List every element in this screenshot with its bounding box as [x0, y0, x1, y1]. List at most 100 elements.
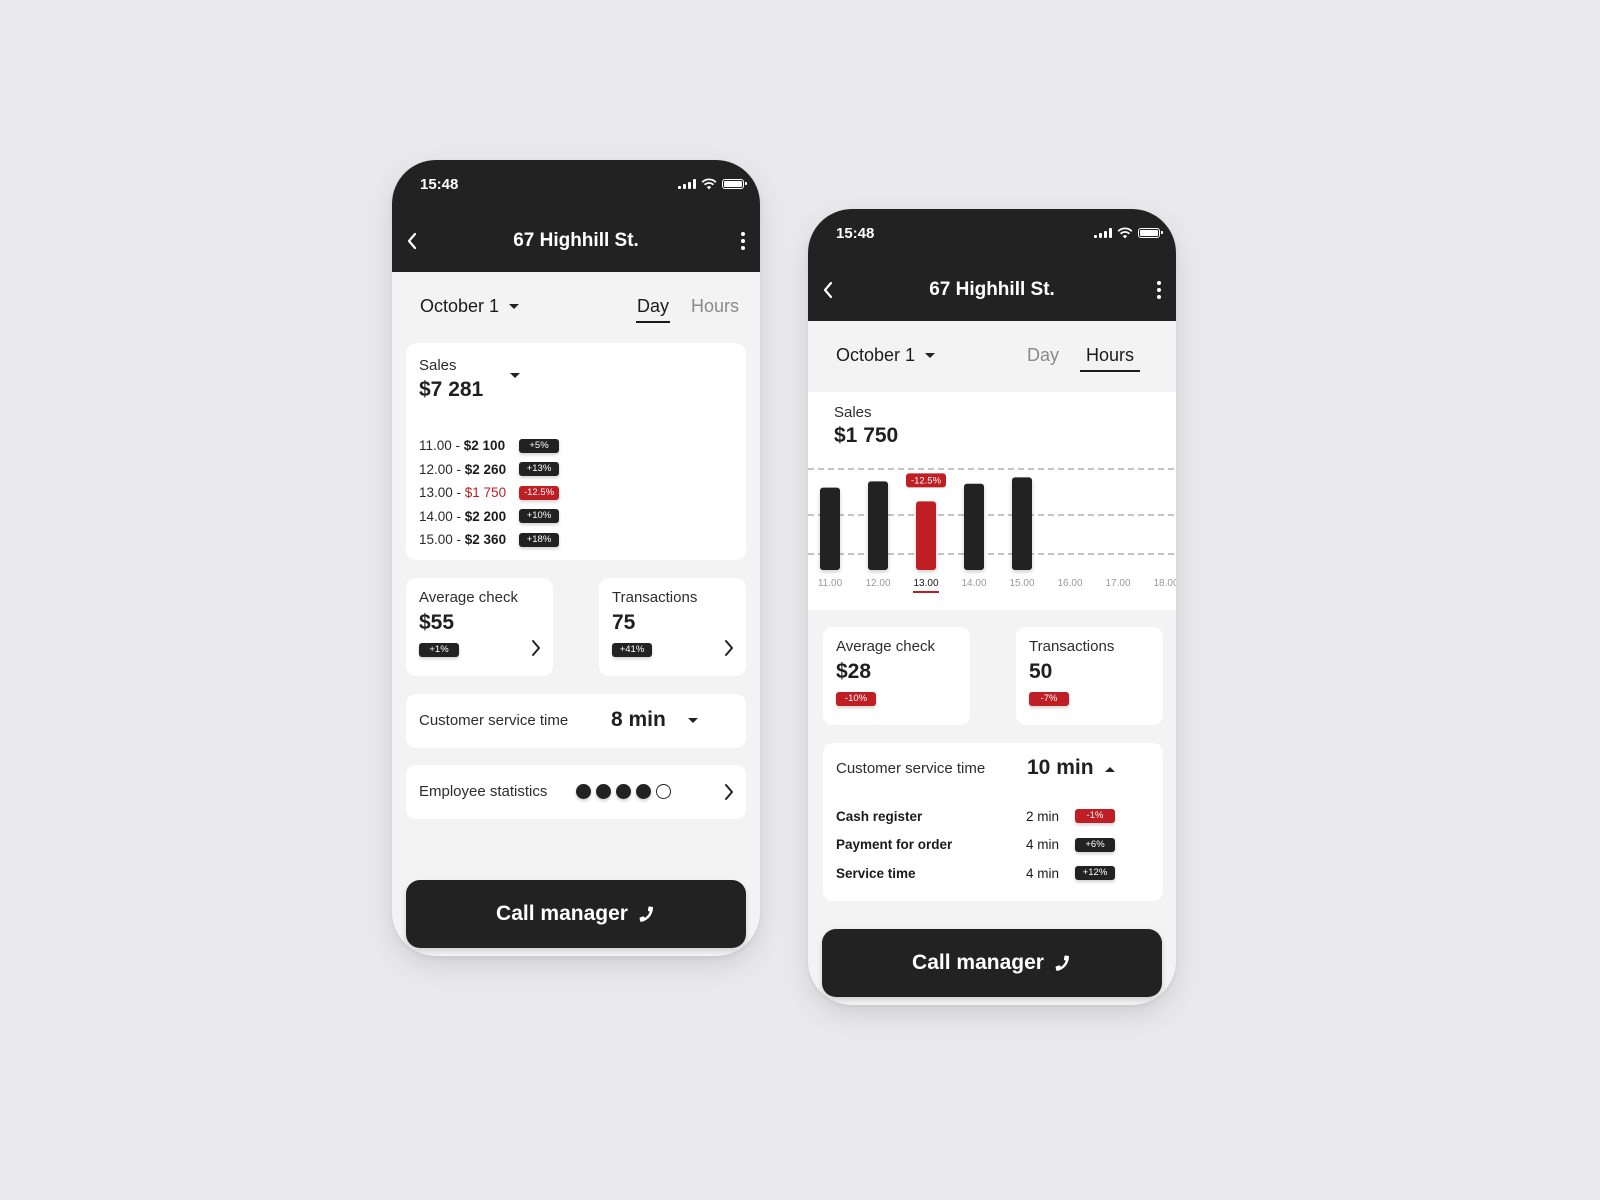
- hour-amount: $2 260: [464, 461, 507, 477]
- date-label: October 1: [836, 345, 916, 365]
- change-badge: -12.5%: [519, 485, 559, 500]
- app-header: 15:48 67 Highhill St.: [392, 160, 760, 272]
- sales-chart-card: Sales $1 750 11.00 12.00 -12.5% 13.00 14.00 1…: [808, 392, 1176, 610]
- more-vertical-icon[interactable]: [1156, 281, 1162, 299]
- employee-statistics-card[interactable]: Employee statistics: [406, 765, 746, 819]
- transactions-label: Transactions: [612, 589, 698, 606]
- collapse-caret-up-icon[interactable]: [1105, 767, 1115, 772]
- list-item: 14.00 - $2 200 +10%: [419, 505, 559, 529]
- breakdown-value: 2 min: [1026, 808, 1060, 824]
- hour-amount: $2 200: [464, 508, 507, 524]
- breakdown-label: Service time: [836, 865, 916, 881]
- expand-caret-down-icon[interactable]: [688, 718, 698, 723]
- x-tick-label: 17.00: [1105, 578, 1130, 589]
- transactions-badge: -7%: [1029, 692, 1069, 706]
- average-check-value: $55: [419, 611, 455, 634]
- sales-card: Sales $7 281 11.00 - $2 100 +5% 12.00 - …: [406, 343, 746, 560]
- breakdown-label: Payment for order: [836, 837, 953, 853]
- list-item: 11.00 - $2 100 +5%: [419, 434, 559, 458]
- x-tick-label: 15.00: [1009, 578, 1034, 589]
- phone-icon: [639, 906, 653, 922]
- service-time-value: 10 min: [1027, 756, 1094, 779]
- customer-service-time-card[interactable]: Customer service time 10 min Cash regist…: [823, 743, 1163, 901]
- change-badge: +10%: [519, 509, 559, 524]
- page-title: 67 Highhill St.: [513, 230, 639, 251]
- service-time-label: Customer service time: [836, 760, 986, 777]
- selected-tick-underline: [913, 591, 939, 593]
- change-badge: +5%: [519, 438, 559, 453]
- sales-value: $1 750: [834, 424, 899, 447]
- change-badge: +18%: [519, 532, 559, 547]
- average-check-card[interactable]: Average check $55 +1%: [406, 578, 553, 676]
- customer-service-time-card[interactable]: Customer service time 8 min: [406, 694, 746, 748]
- rating-dot-filled: [616, 784, 631, 799]
- average-check-badge: +1%: [419, 643, 459, 657]
- transactions-value: 50: [1029, 660, 1053, 683]
- hour-label: 13.00 -: [419, 485, 465, 501]
- call-manager-label: Call manager: [912, 951, 1044, 974]
- status-icons: [1094, 227, 1163, 239]
- wifi-icon: [701, 178, 717, 190]
- x-tick-label: 13.00: [913, 578, 938, 589]
- chevron-right-icon[interactable]: [531, 639, 541, 657]
- service-time-breakdown: Cash register 2 min -1% Payment for orde…: [836, 802, 1156, 888]
- service-time-value: 8 min: [611, 708, 666, 731]
- change-badge: -1%: [1075, 809, 1115, 824]
- transactions-badge: +41%: [612, 643, 652, 657]
- chevron-right-icon[interactable]: [724, 783, 734, 801]
- page-title: 67 Highhill St.: [929, 279, 1055, 300]
- tab-hours[interactable]: Hours: [690, 296, 740, 323]
- period-tabs: Day Hours: [635, 296, 740, 323]
- status-icons: [678, 178, 747, 190]
- status-time: 15:48: [420, 176, 459, 193]
- battery-icon: [722, 179, 747, 189]
- hour-label: 12.00 -: [419, 461, 465, 477]
- signal-icon: [678, 179, 696, 189]
- phone-day-view: 15:48 67 Highhill St. October 1 Day Hour…: [392, 160, 760, 956]
- sales-breakdown-list: 11.00 - $2 100 +5% 12.00 - $2 260 +13% 1…: [419, 434, 559, 552]
- date-dropdown[interactable]: October 1: [836, 345, 936, 366]
- average-check-value: $28: [836, 660, 872, 683]
- sales-label: Sales: [419, 357, 457, 374]
- sales-bar-chart: 11.00 12.00 -12.5% 13.00 14.00 15.00 16.00 17.0…: [808, 468, 1176, 593]
- average-check-label: Average check: [419, 589, 518, 606]
- call-manager-label: Call manager: [496, 902, 628, 925]
- tab-hours[interactable]: Hours: [1079, 345, 1140, 372]
- breakdown-value: 4 min: [1026, 865, 1060, 881]
- bar-annotation-label: -12.5%: [911, 475, 942, 486]
- hour-label: 14.00 -: [419, 508, 465, 524]
- list-item: Cash register 2 min -1%: [836, 802, 1156, 831]
- list-item: 13.00 - $1 750 -12.5%: [419, 481, 559, 505]
- signal-icon: [1094, 228, 1112, 238]
- sales-caret-down-icon[interactable]: [510, 373, 520, 378]
- hour-label: 11.00 -: [419, 438, 464, 454]
- filters-bar: October 1 Day Hours: [392, 272, 760, 342]
- transactions-value: 75: [612, 611, 636, 634]
- period-tabs: Day Hours: [1026, 345, 1140, 372]
- date-dropdown[interactable]: October 1: [420, 296, 520, 317]
- service-time-label: Customer service time: [419, 712, 569, 729]
- more-vertical-icon[interactable]: [740, 232, 746, 250]
- x-tick-label: 18.00: [1153, 578, 1176, 589]
- average-check-badge: -10%: [836, 692, 876, 706]
- list-item: Service time 4 min +12%: [836, 859, 1156, 888]
- breakdown-label: Cash register: [836, 808, 923, 824]
- transactions-card[interactable]: Transactions 75 +41%: [599, 578, 746, 676]
- list-item: 15.00 - $2 360 +18%: [419, 528, 559, 552]
- call-manager-button[interactable]: Call manager: [406, 880, 746, 948]
- rating-dot-empty: [656, 784, 671, 799]
- hour-amount: $2 360: [464, 532, 507, 548]
- rating-dot-filled: [596, 784, 611, 799]
- call-manager-button[interactable]: Call manager: [822, 929, 1162, 997]
- breakdown-value: 4 min: [1026, 837, 1060, 853]
- change-badge: +13%: [519, 462, 559, 477]
- average-check-card[interactable]: Average check $28 -10%: [823, 627, 970, 725]
- chevron-right-icon[interactable]: [724, 639, 734, 657]
- tab-day[interactable]: Day: [1026, 345, 1060, 372]
- filters-bar: October 1 Day Hours: [808, 321, 1176, 391]
- transactions-card[interactable]: Transactions 50 -7%: [1016, 627, 1163, 725]
- status-time: 15:48: [836, 225, 875, 242]
- tab-day[interactable]: Day: [635, 296, 670, 323]
- wifi-icon: [1117, 227, 1133, 239]
- battery-icon: [1138, 228, 1163, 238]
